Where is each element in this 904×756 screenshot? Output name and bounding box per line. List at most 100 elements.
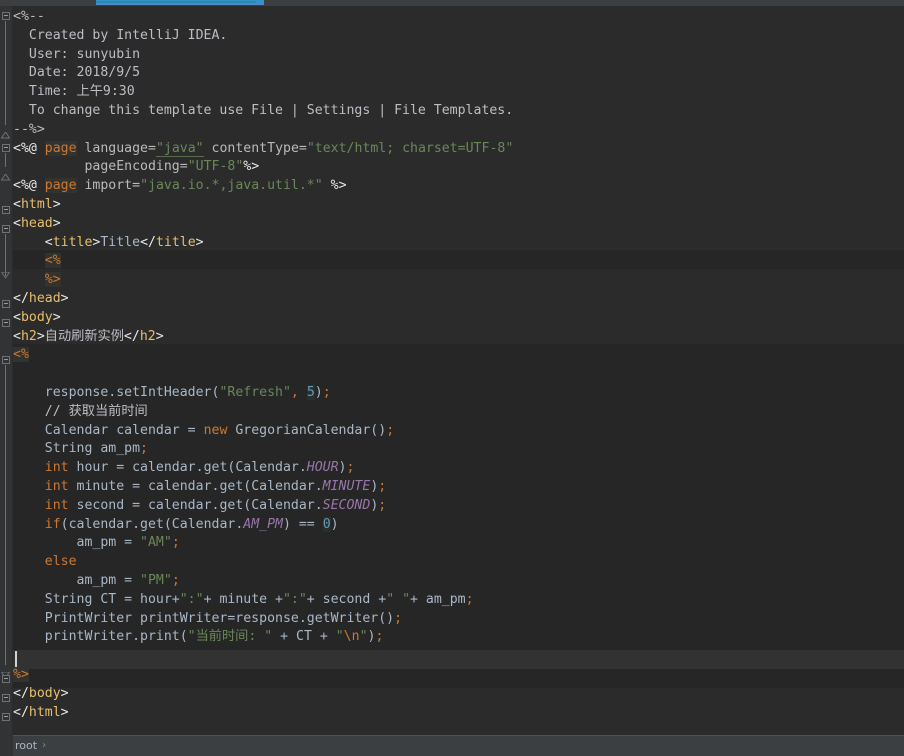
code-token: // 获取当前时间 xyxy=(13,403,148,419)
code-token: title xyxy=(155,234,196,250)
code-token: To change this template use File | Setti… xyxy=(13,103,514,118)
code-token: %> xyxy=(322,178,347,194)
code-token: 0 xyxy=(322,516,331,532)
code-token: if xyxy=(44,516,61,532)
code-token: Created by IntelliJ IDEA. xyxy=(13,27,228,43)
code-token: > xyxy=(60,685,69,701)
code-line: Calendar calendar = new GregorianCalenda… xyxy=(13,422,394,441)
code-token: ; xyxy=(171,573,180,588)
code-token: "text/html; charset=UTF-8" xyxy=(306,140,514,156)
code-token: Time: 上午9:30 xyxy=(13,84,135,100)
code-token: language= xyxy=(84,140,156,156)
code-line: %> xyxy=(13,666,29,685)
code-token: ; xyxy=(386,422,395,438)
breadcrumb[interactable]: root › xyxy=(13,735,49,756)
code-token: Title xyxy=(100,234,141,250)
code-token: String am_pm xyxy=(13,441,141,457)
code-token: </ xyxy=(123,328,140,344)
code-token: head xyxy=(20,215,53,231)
code-line: Created by IntelliJ IDEA. xyxy=(13,27,228,46)
code-token: > xyxy=(60,291,69,306)
code-token: < xyxy=(13,215,21,231)
code-line: int hour = calendar.get(Calendar.HOUR); xyxy=(13,459,355,478)
code-token: ; xyxy=(394,610,403,626)
code-token: + minute + xyxy=(203,591,283,607)
code-line: Date: 2018/9/5 xyxy=(13,64,140,83)
code-token: > xyxy=(60,704,69,720)
code-token: </ xyxy=(13,291,29,306)
code-token: <%-- xyxy=(13,9,45,24)
code-token: "当前时间: " xyxy=(187,629,273,645)
code-token: > xyxy=(52,197,61,212)
code-token: " xyxy=(335,629,344,645)
code-token: ; xyxy=(322,385,331,400)
code-line: int minute = calendar.get(Calendar.MINUT… xyxy=(13,478,386,497)
code-token: --%> xyxy=(13,121,45,137)
code-token: > xyxy=(36,328,45,344)
breadcrumb-item[interactable]: root xyxy=(13,739,39,752)
code-line: pageEncoding="UTF-8"%> xyxy=(13,158,259,177)
code-token: ":" xyxy=(179,591,204,607)
code-line: else xyxy=(13,553,77,572)
code-line: <html> xyxy=(13,196,61,215)
code-token: ) xyxy=(338,460,347,476)
code-line: <title>Title</title> xyxy=(13,234,204,253)
code-line: <head> xyxy=(13,215,61,234)
code-token: < xyxy=(13,197,21,212)
code-line: int second = calendar.get(Calendar.SECON… xyxy=(13,497,386,516)
code-token: AM_PM xyxy=(243,516,283,532)
code-line: </head> xyxy=(13,290,69,309)
active-tab-underline-inner xyxy=(96,1,256,3)
code-editor[interactable]: <%-- Created by IntelliJ IDEA. User: sun… xyxy=(0,6,904,735)
code-token: page xyxy=(44,140,77,156)
code-token: "AM" xyxy=(140,535,172,551)
code-token: + am_pm xyxy=(410,591,466,607)
code-token: page xyxy=(44,178,77,194)
code-line: <%@ page import="java.io.*,java.util.*" … xyxy=(13,177,347,196)
code-token: ; xyxy=(346,460,355,476)
code-token: printWriter.print( xyxy=(13,629,188,645)
code-token: "Refresh" xyxy=(219,385,291,400)
code-token: ; xyxy=(378,479,387,494)
breadcrumb-separator-icon: › xyxy=(42,740,47,751)
active-tab-indicator[interactable] xyxy=(96,0,264,5)
code-token: h2 xyxy=(139,328,156,344)
code-token: ":" xyxy=(282,591,307,607)
code-token: HOUR xyxy=(306,460,339,476)
code-token: new xyxy=(203,422,228,438)
code-text-layer[interactable]: <%-- Created by IntelliJ IDEA. User: sun… xyxy=(0,6,904,735)
code-token: String CT = hour+ xyxy=(13,591,180,607)
code-token: "java.io.*,java.util.*" xyxy=(140,178,323,194)
code-token: User: sunyubin xyxy=(13,46,141,62)
code-line: To change this template use File | Setti… xyxy=(13,102,513,121)
code-token: " xyxy=(359,629,368,645)
code-token: > xyxy=(52,215,61,231)
code-token: (calendar.get(Calendar. xyxy=(60,516,244,532)
code-token: html xyxy=(20,197,53,212)
code-line: if(calendar.get(Calendar.AM_PM) == 0) xyxy=(13,516,339,535)
code-token: %> xyxy=(44,272,61,288)
code-token: ) == xyxy=(282,516,323,532)
code-token: pageEncoding= xyxy=(84,159,188,175)
code-token: ) xyxy=(314,385,323,400)
code-token: h2 xyxy=(20,328,37,344)
code-line: %> xyxy=(13,271,61,290)
code-token: > xyxy=(52,309,61,325)
code-token: body xyxy=(20,309,53,325)
code-token: ; xyxy=(140,441,148,457)
code-token: Calendar calendar = xyxy=(13,422,204,438)
code-token: am_pm = xyxy=(13,573,141,588)
code-token: response.setIntHeader( xyxy=(13,385,220,400)
code-token: %> xyxy=(243,159,260,175)
code-token: MINUTE xyxy=(322,479,371,494)
code-token: "PM" xyxy=(140,573,172,588)
code-token: <% xyxy=(13,347,29,363)
